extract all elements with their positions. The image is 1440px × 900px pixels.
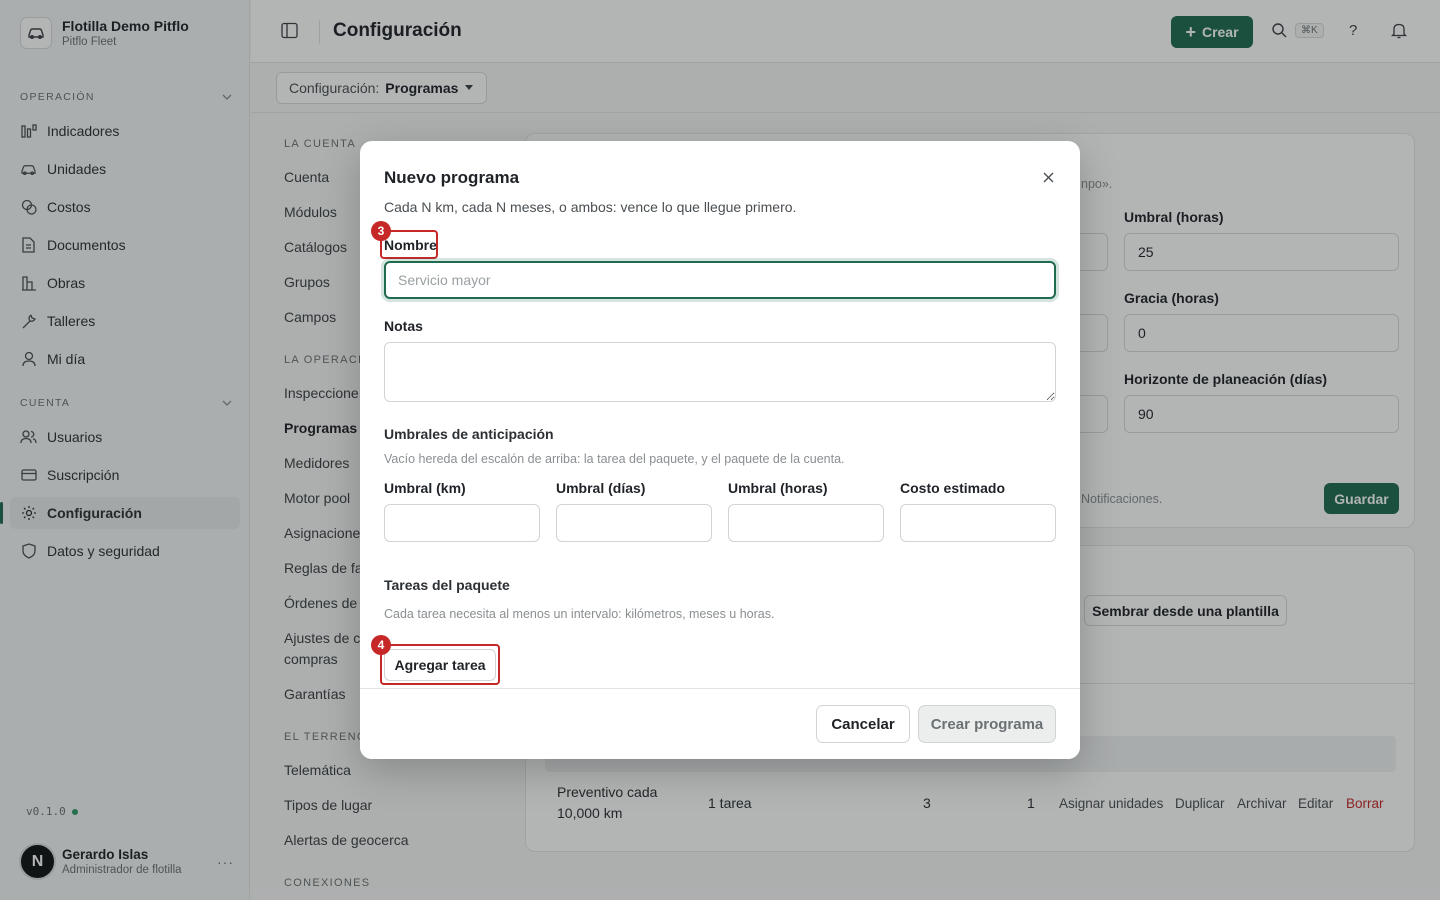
- create-program-button[interactable]: Crear programa: [918, 705, 1056, 743]
- thresholds-title: Umbrales de anticipación: [384, 426, 554, 442]
- dialog-footer: Cancelar Crear programa: [360, 688, 1080, 759]
- umbral-horas-input[interactable]: [728, 504, 884, 542]
- annotation-badge: 3: [371, 221, 391, 241]
- notes-textarea[interactable]: [384, 342, 1056, 402]
- close-icon[interactable]: [1040, 169, 1056, 185]
- annotation-badge: 4: [371, 635, 391, 655]
- cancel-button[interactable]: Cancelar: [816, 705, 910, 743]
- dialog-description: Cada N km, cada N meses, o ambos: vence …: [384, 199, 797, 215]
- umbral-dias-label: Umbral (días): [556, 480, 646, 496]
- umbral-dias-input[interactable]: [556, 504, 712, 542]
- tasks-title: Tareas del paquete: [384, 577, 510, 593]
- notes-label: Notas: [384, 318, 423, 334]
- annotation-box: [380, 644, 500, 685]
- umbral-horas-label: Umbral (horas): [728, 480, 828, 496]
- tasks-help: Cada tarea necesita al menos un interval…: [384, 607, 775, 621]
- costo-estimado-input[interactable]: [900, 504, 1056, 542]
- umbral-km-input[interactable]: [384, 504, 540, 542]
- costo-estimado-label: Costo estimado: [900, 480, 1006, 496]
- umbral-km-label: Umbral (km): [384, 480, 466, 496]
- name-input[interactable]: [384, 261, 1056, 299]
- dialog-title: Nuevo programa: [384, 168, 520, 187]
- thresholds-help: Vacío hereda del escalón de arriba: la t…: [384, 452, 845, 466]
- new-program-dialog: Nuevo programa Cada N km, cada N meses, …: [360, 141, 1080, 759]
